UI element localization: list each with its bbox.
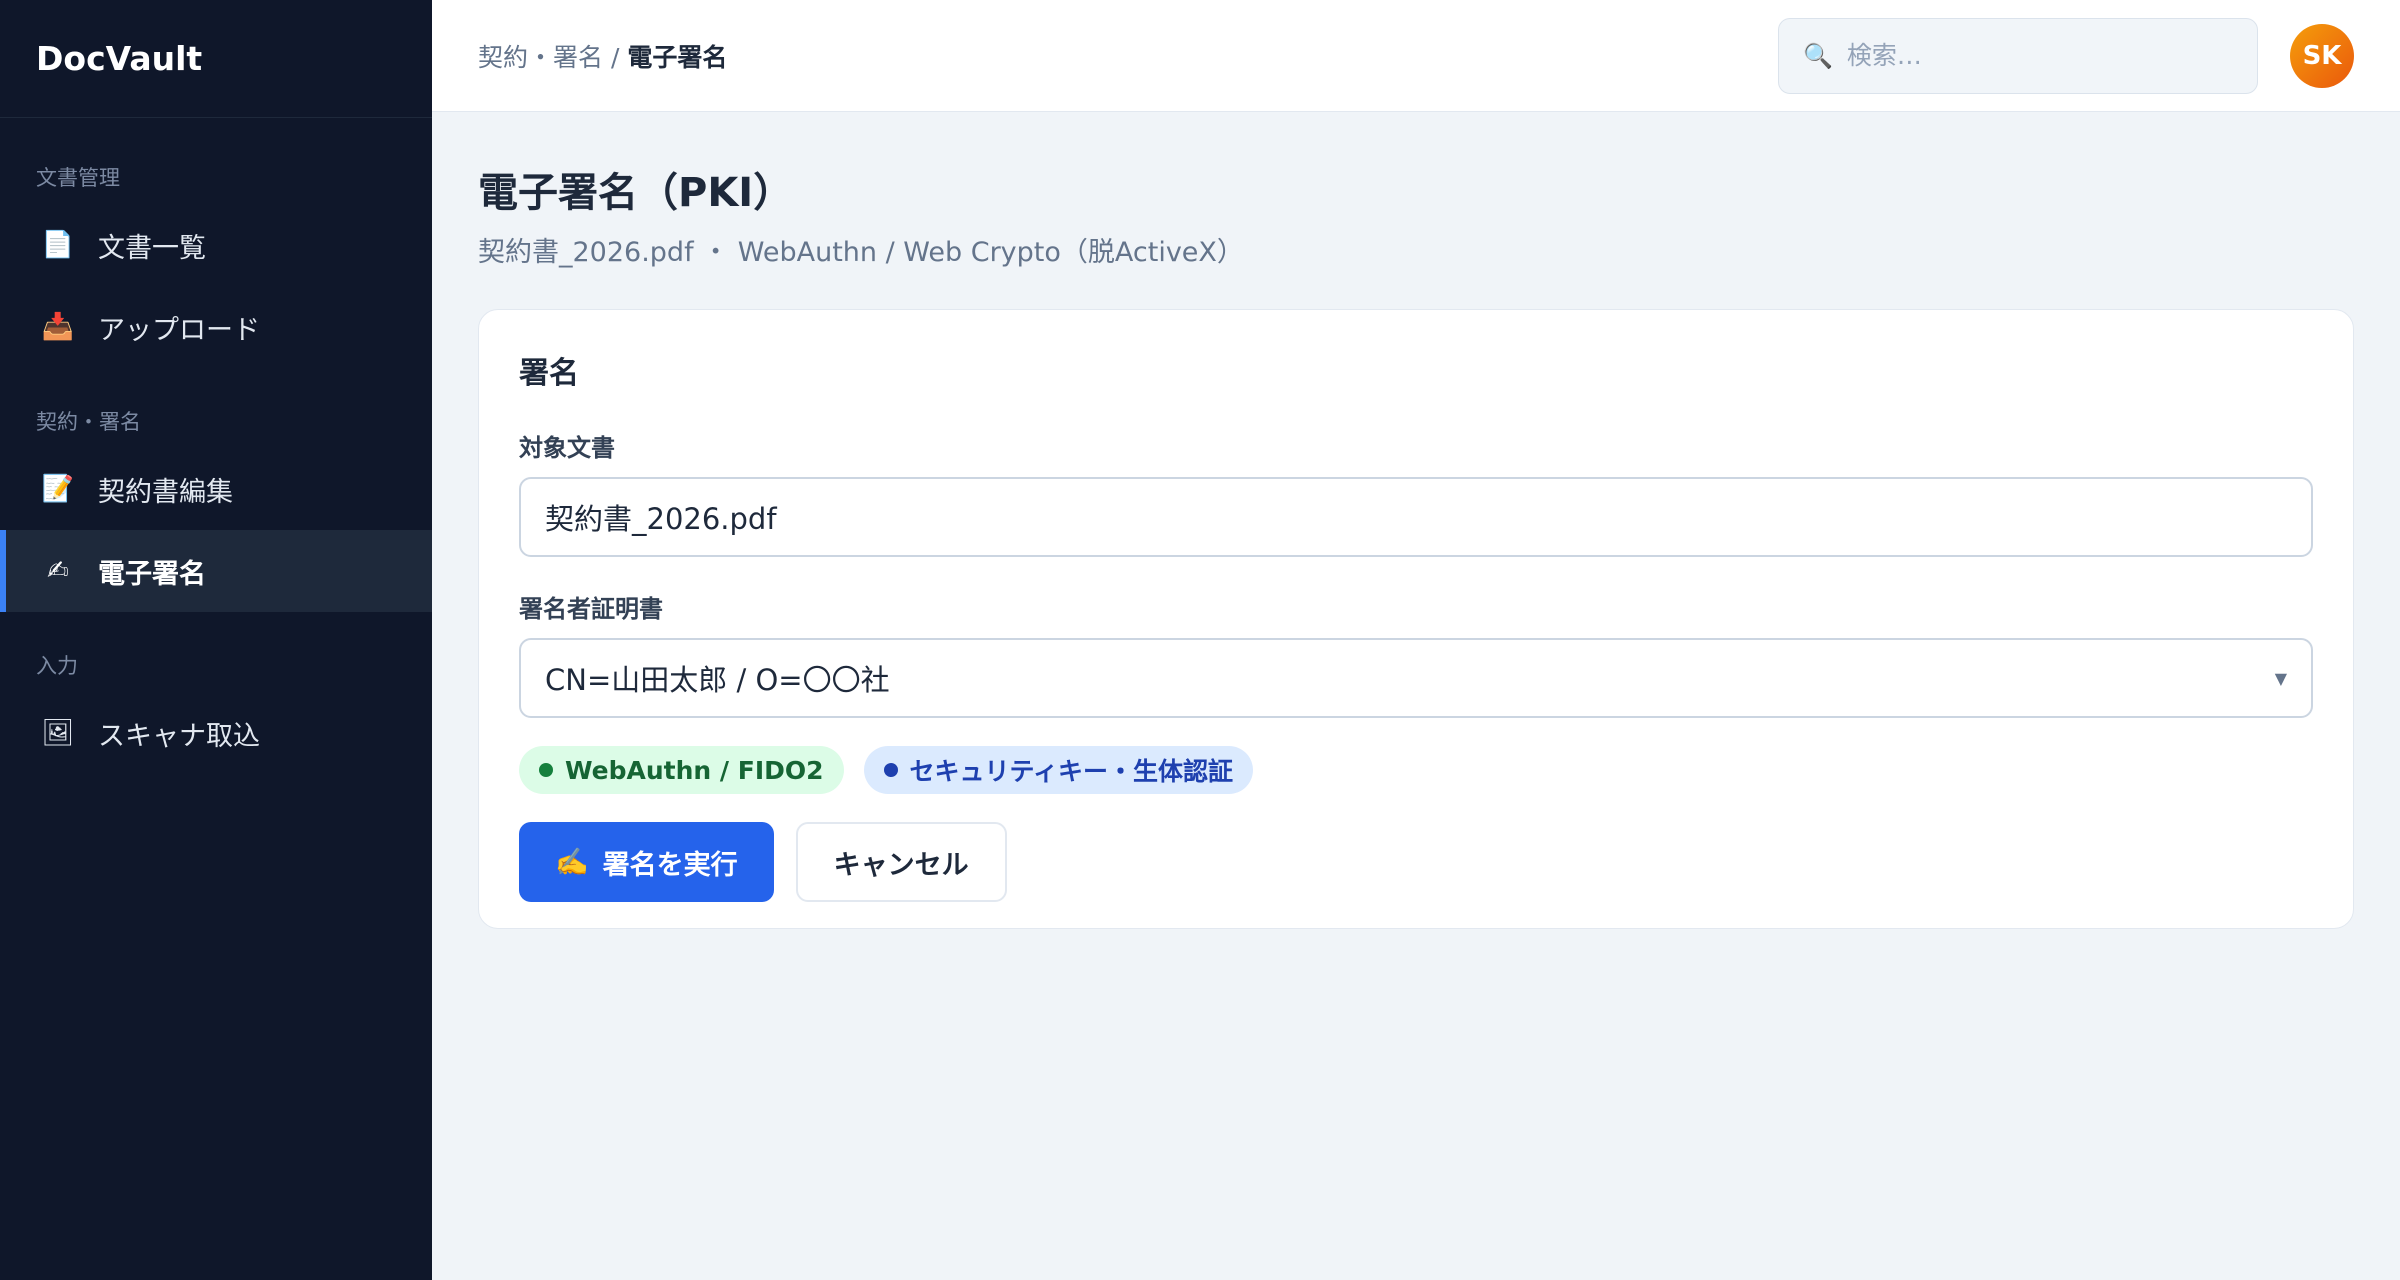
- badge-label: WebAuthn / FIDO2: [565, 755, 824, 785]
- sidebar-item-label: 文書一覧: [98, 232, 206, 264]
- card-actions: ✍ 署名を実行 キャンセル: [519, 822, 2313, 902]
- certificate-select[interactable]: CN=山田太郎 / O=〇〇社 ▼: [519, 638, 2313, 718]
- main-area: 契約・署名 / 電子署名 🔍 SK 電子署名（PKI） 契約書_2026.pdf…: [432, 0, 2400, 1280]
- sidebar-item-label: 契約書編集: [98, 476, 233, 508]
- sidebar-section-contracts: 契約・署名: [36, 410, 141, 434]
- signature-card: 署名 対象文書 契約書_2026.pdf 署名者証明書 CN=山田太郎 / O=…: [478, 309, 2354, 929]
- auth-badges: WebAuthn / FIDO2 セキュリティキー・生体認証: [519, 746, 2313, 794]
- sidebar-item-scanner[interactable]: 🖼 スキャナ取込: [0, 692, 432, 774]
- target-document-value: 契約書_2026.pdf: [545, 502, 777, 536]
- page-title: 電子署名（PKI）: [478, 170, 794, 216]
- breadcrumb-parent[interactable]: 契約・署名: [478, 43, 603, 72]
- status-dot-icon: [883, 763, 898, 777]
- card-title: 署名: [519, 356, 579, 391]
- breadcrumb: 契約・署名 / 電子署名: [478, 38, 1778, 74]
- breadcrumb-separator: /: [610, 42, 620, 72]
- sidebar-section-input: 入力: [36, 654, 78, 678]
- writing-hand-icon: ✍: [47, 556, 69, 586]
- search-icon: 🔍: [1803, 41, 1833, 70]
- document-icon: 📄: [41, 230, 75, 260]
- picture-icon: 🖼: [41, 718, 75, 748]
- topbar: 契約・署名 / 電子署名 🔍 SK: [432, 0, 2400, 112]
- sidebar-section-documents: 文書管理: [36, 166, 120, 190]
- certificate-label: 署名者証明書: [519, 595, 663, 623]
- target-document-label: 対象文書: [519, 434, 615, 462]
- sidebar-item-label: スキャナ取込: [98, 720, 260, 752]
- certificate-value: CN=山田太郎 / O=〇〇社: [545, 663, 890, 697]
- sidebar-item-e-signature[interactable]: ✍ 電子署名: [0, 530, 432, 612]
- app-logo[interactable]: DocVault: [0, 0, 432, 118]
- page-subtitle: 契約書_2026.pdf ・ WebAuthn / Web Crypto（脱Ac…: [478, 237, 1244, 268]
- execute-signature-button[interactable]: ✍ 署名を実行: [519, 822, 774, 902]
- cancel-button[interactable]: キャンセル: [795, 822, 1007, 902]
- button-label: 署名を実行: [602, 849, 738, 880]
- target-document-field[interactable]: 契約書_2026.pdf: [519, 477, 2313, 557]
- sidebar-item-label: アップロード: [98, 314, 260, 346]
- breadcrumb-current: 電子署名: [627, 42, 728, 72]
- badge-label: セキュリティキー・生体認証: [909, 757, 1234, 786]
- sidebar-item-contract-edit[interactable]: 📝 契約書編集: [0, 448, 432, 530]
- search-box[interactable]: 🔍: [1778, 17, 2258, 94]
- search-input[interactable]: [1846, 41, 2227, 70]
- sidebar-item-upload[interactable]: 📥 アップロード: [0, 286, 432, 368]
- inbox-tray-icon: 📥: [41, 312, 75, 342]
- sidebar: DocVault 文書管理 📄 文書一覧 📥 アップロード 契約・署名 📝 契約…: [0, 0, 432, 1280]
- status-dot-icon: [539, 763, 553, 777]
- sidebar-item-document-list[interactable]: 📄 文書一覧: [0, 204, 432, 286]
- sidebar-item-label: 電子署名: [98, 558, 206, 590]
- chevron-down-icon: ▼: [2274, 668, 2287, 688]
- avatar[interactable]: SK: [2290, 23, 2354, 88]
- writing-hand-icon: ✍: [555, 847, 589, 877]
- content: 電子署名（PKI） 契約書_2026.pdf ・ WebAuthn / Web …: [432, 112, 2400, 977]
- security-key-badge: セキュリティキー・生体認証: [863, 746, 1254, 794]
- webauthn-badge: WebAuthn / FIDO2: [519, 746, 844, 794]
- edit-document-icon: 📝: [41, 474, 75, 504]
